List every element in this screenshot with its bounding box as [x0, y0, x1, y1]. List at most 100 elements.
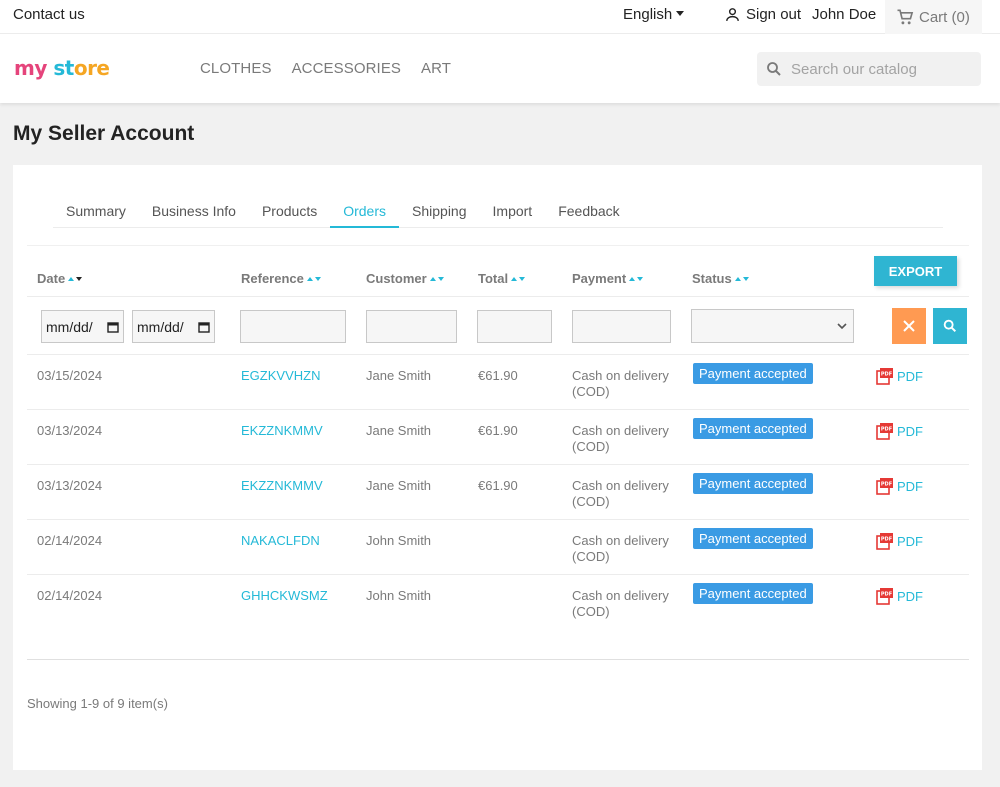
order-customer: Jane Smith — [366, 478, 432, 493]
pdf-link[interactable]: PDF PDF — [876, 422, 923, 440]
svg-text:PDF: PDF — [881, 592, 892, 598]
search-icon — [943, 319, 957, 333]
main-nav: CLOTHES ACCESSORIES ART — [200, 60, 451, 77]
filter-row: mm/dd/ mm/dd/ — [27, 297, 969, 355]
pdf-icon: PDF — [876, 368, 893, 385]
pdf-icon: PDF — [876, 588, 893, 605]
language-label: English — [623, 6, 673, 23]
table-row: 03/15/2024 EGZKVVHZN Jane Smith €61.90 C… — [27, 355, 969, 410]
cart-label: Cart (0) — [919, 8, 970, 26]
status-badge: Payment accepted — [693, 363, 813, 384]
order-date: 03/15/2024 — [37, 368, 103, 383]
order-reference-link[interactable]: EGZKVVHZN — [241, 368, 320, 383]
tab-import[interactable]: Import — [480, 197, 546, 228]
column-reference[interactable]: Reference — [241, 270, 321, 286]
svg-text:PDF: PDF — [881, 482, 892, 488]
column-payment-label: Payment — [572, 271, 627, 286]
column-date-label: Date — [37, 271, 66, 286]
pdf-link[interactable]: PDF PDF — [876, 587, 923, 605]
search-box — [757, 52, 981, 86]
cart-icon — [897, 9, 914, 25]
top-bar: Contact us English Sign out John Doe Car… — [0, 0, 1000, 34]
table-row: 03/13/2024 EKZZNKMMV Jane Smith €61.90 C… — [27, 410, 969, 465]
nav-art[interactable]: ART — [421, 60, 451, 77]
pdf-label: PDF — [897, 478, 923, 494]
column-status-label: Status — [692, 271, 732, 286]
search-input[interactable] — [791, 60, 971, 78]
tab-feedback[interactable]: Feedback — [545, 197, 632, 228]
column-customer-label: Customer — [366, 271, 427, 286]
nav-accessories[interactable]: ACCESSORIES — [292, 60, 401, 77]
export-button[interactable]: EXPORT — [874, 256, 957, 286]
order-payment: Cash on delivery (COD) — [572, 368, 669, 400]
payment-code: (COD) — [572, 494, 610, 509]
close-icon — [903, 320, 915, 332]
order-total: €61.90 — [478, 368, 518, 383]
customer-filter-input[interactable] — [366, 310, 457, 343]
pdf-link[interactable]: PDF PDF — [876, 477, 923, 495]
date-from-input[interactable]: mm/dd/ — [41, 310, 124, 343]
column-customer[interactable]: Customer — [366, 270, 444, 286]
sign-out-link[interactable]: Sign out — [724, 6, 801, 23]
payment-code: (COD) — [572, 439, 610, 454]
clear-filters-button[interactable] — [892, 308, 926, 344]
sort-icon — [429, 270, 444, 285]
column-total[interactable]: Total — [478, 270, 526, 286]
calendar-icon[interactable] — [107, 321, 119, 333]
payment-method: Cash on delivery — [572, 478, 669, 493]
date-to-text: mm/dd/ — [137, 318, 184, 335]
pdf-link[interactable]: PDF PDF — [876, 532, 923, 550]
column-payment[interactable]: Payment — [572, 270, 644, 286]
order-date: 02/14/2024 — [37, 533, 103, 548]
table-row: 02/14/2024 NAKACLFDN John Smith Cash on … — [27, 520, 969, 575]
table-row: 03/13/2024 EKZZNKMMV Jane Smith €61.90 C… — [27, 465, 969, 520]
nav-clothes[interactable]: CLOTHES — [200, 60, 272, 77]
total-filter-input[interactable] — [477, 310, 552, 343]
pdf-label: PDF — [897, 368, 923, 384]
status-badge: Payment accepted — [693, 528, 813, 549]
pdf-icon: PDF — [876, 423, 893, 440]
account-link[interactable]: John Doe — [812, 6, 876, 23]
tab-products[interactable]: Products — [249, 197, 330, 228]
sort-icon — [511, 270, 526, 285]
sign-out-label: Sign out — [746, 6, 802, 23]
column-reference-label: Reference — [241, 271, 304, 286]
tab-shipping[interactable]: Shipping — [399, 197, 480, 228]
column-status[interactable]: Status — [692, 270, 749, 286]
payment-code: (COD) — [572, 549, 610, 564]
pdf-label: PDF — [897, 423, 923, 439]
order-customer: John Smith — [366, 588, 432, 603]
tab-business-info[interactable]: Business Info — [139, 197, 249, 228]
order-payment: Cash on delivery (COD) — [572, 533, 669, 565]
payment-method: Cash on delivery — [572, 368, 669, 383]
pdf-label: PDF — [897, 588, 923, 604]
contact-us-link[interactable]: Contact us — [13, 6, 85, 23]
tab-orders[interactable]: Orders — [330, 197, 400, 228]
order-reference-link[interactable]: EKZZNKMMV — [241, 423, 323, 438]
reference-filter-input[interactable] — [240, 310, 346, 343]
column-date[interactable]: Date — [37, 270, 83, 286]
date-to-input[interactable]: mm/dd/ — [132, 310, 215, 343]
order-date: 03/13/2024 — [37, 423, 103, 438]
pdf-link[interactable]: PDF PDF — [876, 367, 923, 385]
language-selector[interactable]: English — [623, 6, 685, 23]
tab-summary[interactable]: Summary — [53, 197, 139, 228]
svg-text:PDF: PDF — [881, 372, 892, 378]
search-filters-button[interactable] — [933, 308, 967, 344]
status-filter-select[interactable] — [691, 309, 854, 343]
sort-icon — [306, 270, 321, 285]
sort-icon — [629, 270, 644, 285]
divider — [27, 659, 969, 660]
payment-filter-input[interactable] — [572, 310, 671, 343]
cart-button[interactable]: Cart (0) — [885, 0, 982, 34]
payment-method: Cash on delivery — [572, 533, 669, 548]
order-reference-link[interactable]: EKZZNKMMV — [241, 478, 323, 493]
order-reference-link[interactable]: NAKACLFDN — [241, 533, 320, 548]
order-payment: Cash on delivery (COD) — [572, 588, 669, 620]
order-payment: Cash on delivery (COD) — [572, 423, 669, 455]
seller-tabs: Summary Business Info Products Orders Sh… — [53, 197, 943, 228]
pagination-summary: Showing 1-9 of 9 item(s) — [27, 696, 168, 711]
store-logo[interactable]: my store — [14, 56, 110, 80]
calendar-icon[interactable] — [198, 321, 210, 333]
order-reference-link[interactable]: GHHCKWSMZ — [241, 588, 328, 603]
